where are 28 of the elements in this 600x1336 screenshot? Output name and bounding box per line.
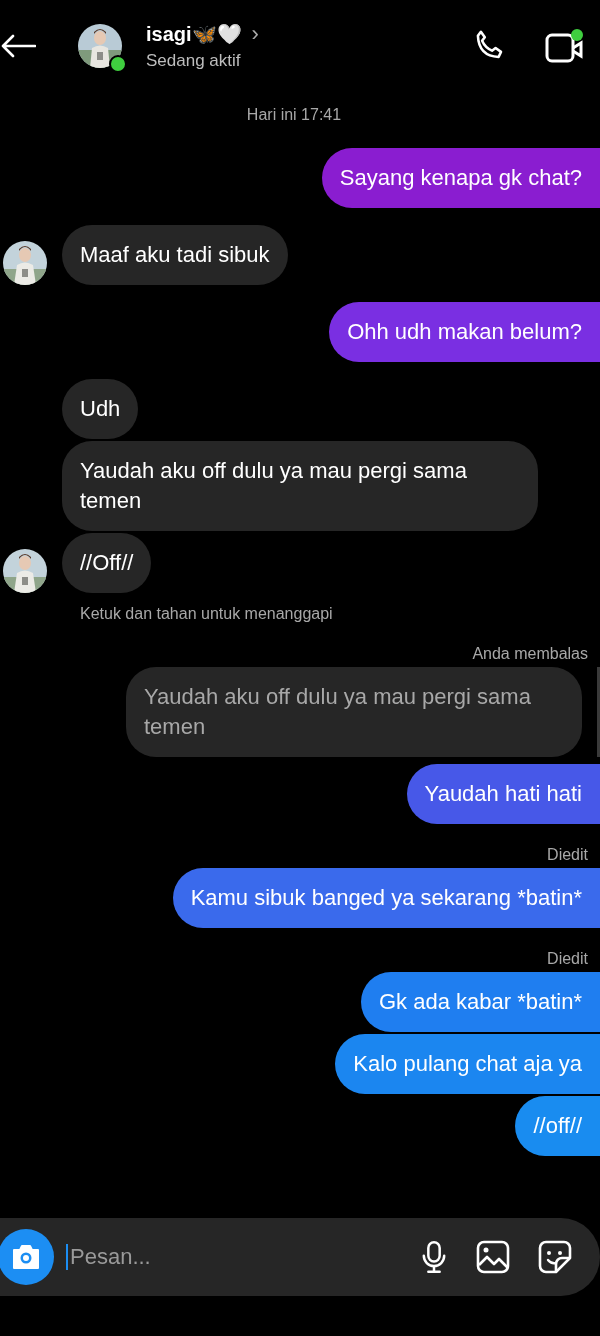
sent-message[interactable]: Sayang kenapa gk chat? [321, 148, 600, 208]
sent-message[interactable]: Ohh udh makan belum? [329, 302, 600, 362]
sent-message[interactable]: Kamu sibuk banged ya sekarang *batin* [172, 868, 600, 928]
microphone-icon[interactable] [420, 1240, 448, 1274]
sent-message[interactable]: Kalo pulang chat aja ya [335, 1034, 600, 1094]
received-message[interactable]: //Off// [62, 533, 152, 593]
received-message[interactable]: Udh [62, 379, 139, 439]
sent-message[interactable]: //off// [515, 1096, 600, 1156]
video-call-icon[interactable] [545, 28, 585, 64]
active-status: Sedang aktif [146, 51, 242, 71]
camera-button[interactable] [0, 1229, 54, 1285]
message-input[interactable]: Pesan... [66, 1244, 392, 1270]
message-note: Diedit [547, 846, 588, 864]
chevron-icon[interactable]: › [251, 21, 259, 47]
message-note: Diedit [547, 950, 588, 968]
sticker-icon[interactable] [538, 1240, 572, 1274]
sent-message[interactable]: Gk ada kabar *batin* [360, 972, 600, 1032]
quoted-message[interactable]: Yaudah aku off dulu ya mau pergi sama temen [126, 667, 582, 757]
received-message[interactable]: Maaf aku tadi sibuk [62, 225, 288, 285]
message-note: Anda membalas [472, 645, 588, 663]
timestamp: Hari ini 17:41 [246, 106, 342, 124]
gallery-icon[interactable] [476, 1240, 510, 1274]
received-message[interactable]: Yaudah aku off dulu ya mau pergi sama temen [62, 441, 538, 531]
contact-name[interactable]: isagi🦋🤍 [146, 22, 242, 46]
reply-hint: Ketuk dan tahan untuk menanggapi [80, 605, 333, 622]
camera-icon [11, 1244, 41, 1270]
sent-message[interactable]: Yaudah hati hati [406, 764, 600, 824]
back-icon[interactable] [0, 34, 36, 58]
